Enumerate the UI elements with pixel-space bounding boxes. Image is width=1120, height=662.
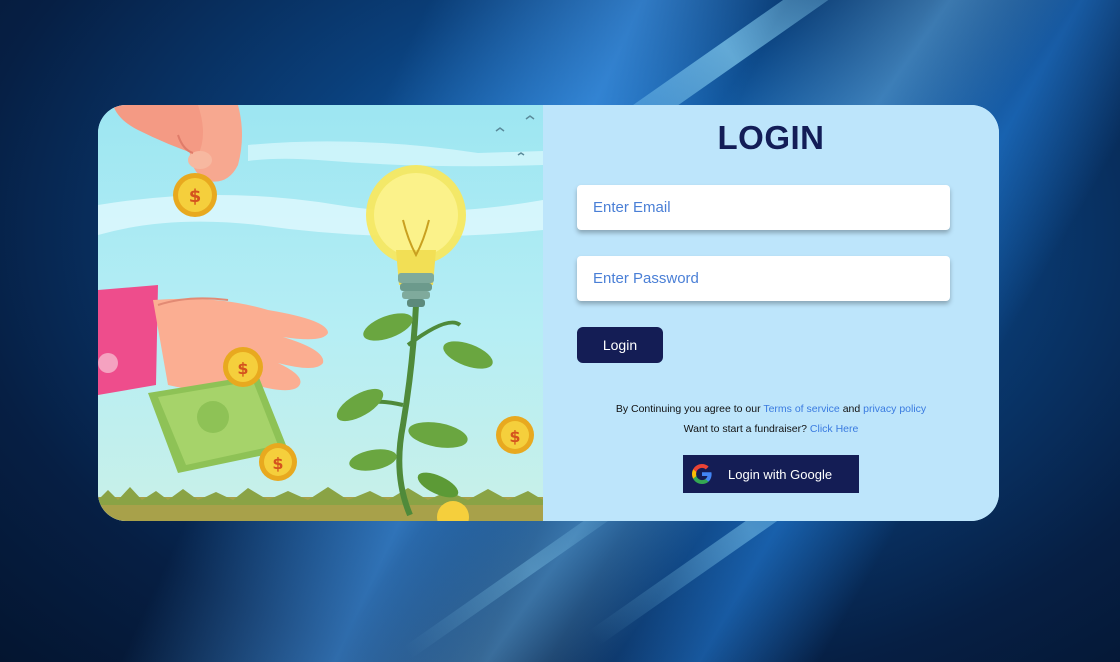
email-field[interactable]	[577, 185, 950, 230]
login-button[interactable]: Login	[577, 327, 663, 363]
terms-and: and	[842, 403, 861, 415]
google-icon	[692, 464, 712, 484]
privacy-policy-link[interactable]: privacy policy	[863, 403, 926, 415]
terms-of-service-link[interactable]: Terms of service	[763, 403, 839, 415]
page-title: LOGIN	[717, 119, 825, 156]
google-login-label: Login with Google	[728, 466, 833, 482]
money-growth-illustration: $ $ $ $	[98, 105, 543, 521]
login-card: $ $ $ $ LOGIN Enter Email Login By Conti…	[98, 105, 999, 521]
svg-text:$: $	[272, 454, 283, 473]
illustration: $ $ $ $	[98, 105, 543, 521]
password-field[interactable]	[577, 256, 950, 301]
click-here-link[interactable]: Click Here	[810, 423, 858, 435]
fundraiser-line: Want to start a fundraiser? Click Here	[543, 419, 999, 439]
svg-text:$: $	[509, 427, 520, 446]
google-login-button[interactable]: Login with Google	[683, 455, 859, 493]
terms-text: By Continuing you agree to our Terms of …	[543, 399, 999, 439]
svg-text:$: $	[189, 186, 202, 207]
svg-text:$: $	[237, 359, 248, 378]
login-panel: LOGIN Login By Continuing you agree to o…	[543, 105, 999, 521]
fundraiser-prefix: Want to start a fundraiser?	[683, 423, 807, 435]
terms-prefix: By Continuing you agree to our	[615, 403, 761, 415]
terms-line: By Continuing you agree to our Terms of …	[543, 399, 999, 419]
